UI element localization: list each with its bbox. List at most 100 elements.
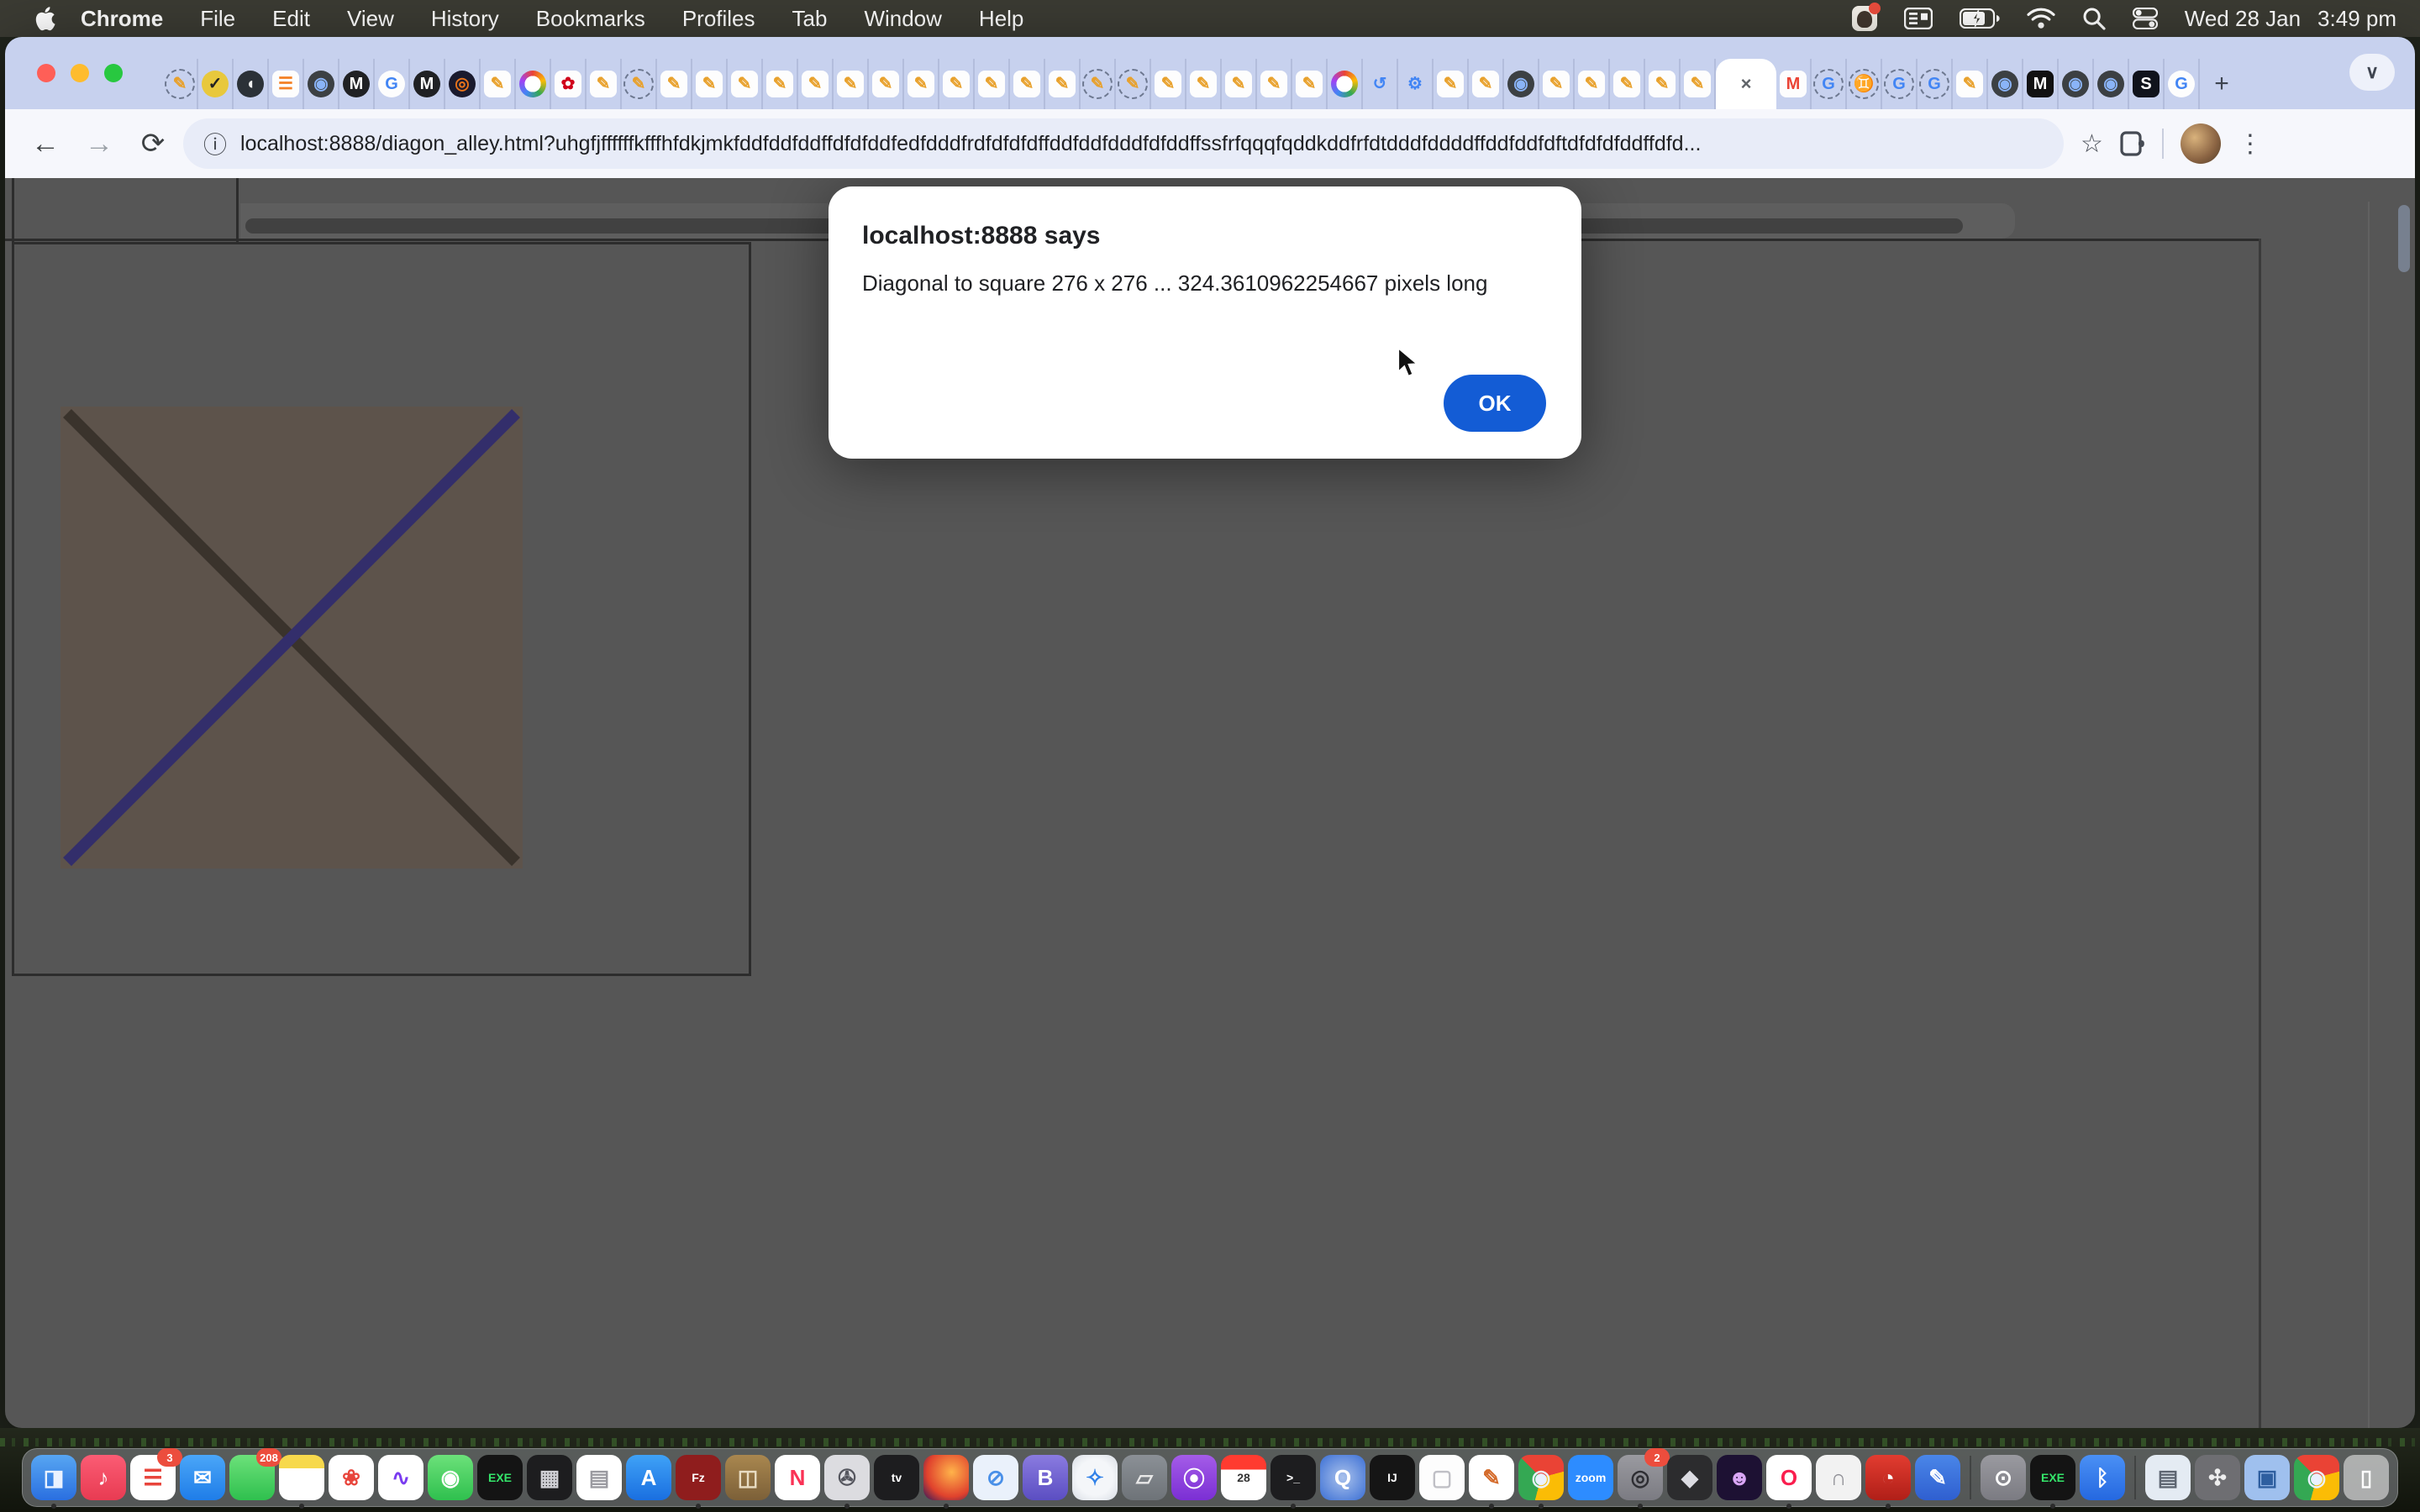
tab-pencil-doc[interactable]: ✎ xyxy=(1151,59,1186,109)
menu-tab[interactable]: Tab xyxy=(774,0,846,37)
menu-view[interactable]: View xyxy=(329,0,413,37)
keyboard-viewer-icon[interactable] xyxy=(1904,5,1933,32)
dock-item-gray-vm[interactable]: ▱ xyxy=(1122,1455,1167,1500)
tab-pencil-doc[interactable]: ✎ xyxy=(728,59,763,109)
dock-item-music[interactable]: ♪ xyxy=(81,1455,126,1500)
close-tab-icon[interactable]: × xyxy=(1741,73,1752,95)
menu-window[interactable]: Window xyxy=(845,0,960,37)
tab-ring-orange[interactable]: ◎ xyxy=(445,59,481,109)
menu-date[interactable]: Wed 28 Jan xyxy=(2185,6,2301,32)
dock-item-zoom[interactable]: zoom xyxy=(1568,1455,1613,1500)
dock-item-white-monster[interactable]: ∩ xyxy=(1816,1455,1861,1500)
dock-item-intellij[interactable]: IJ xyxy=(1370,1455,1415,1500)
dock-item-no-sign[interactable]: ⊘ xyxy=(973,1455,1018,1500)
dock-item-speedtest[interactable]: ◔ xyxy=(1865,1455,1911,1500)
menu-app-name[interactable]: Chrome xyxy=(62,0,182,37)
dock-item-chrome-mini[interactable]: ◉ xyxy=(2294,1455,2339,1500)
dock-item-purple-face[interactable]: ☻ xyxy=(1717,1455,1762,1500)
profile-avatar[interactable] xyxy=(2181,123,2221,164)
dock-item-reminders[interactable]: ☰3 xyxy=(130,1455,176,1500)
tab-medium[interactable]: M xyxy=(2023,59,2059,109)
tab-s-dark[interactable]: S xyxy=(2129,59,2165,109)
search-icon[interactable] xyxy=(2082,5,2106,32)
tab-people[interactable]: ♊ xyxy=(1847,59,1882,109)
dock-item-safari[interactable]: ✧ xyxy=(1072,1455,1118,1500)
dock-item-finder[interactable]: ◨ xyxy=(31,1455,76,1500)
menu-bookmarks[interactable]: Bookmarks xyxy=(518,0,664,37)
tab-pencil-doc[interactable]: ✎ xyxy=(1222,59,1257,109)
tab-pencil-doc[interactable]: ✎ xyxy=(1953,59,1988,109)
tab-spinner[interactable] xyxy=(1328,59,1363,109)
dock-item-quicktime[interactable]: Q xyxy=(1320,1455,1365,1500)
dock-item-messages[interactable]: 208 xyxy=(229,1455,275,1500)
tab-pencil-doc[interactable]: ✎ xyxy=(798,59,834,109)
dock-item-filezilla[interactable]: Fz xyxy=(676,1455,721,1500)
dock-item-moth-mini[interactable]: ✣ xyxy=(2195,1455,2240,1500)
dock-item-blue-doc-mini[interactable]: ▣ xyxy=(2244,1455,2290,1500)
dock-item-bbedit[interactable]: B xyxy=(1023,1455,1068,1500)
tab-gmail[interactable]: M xyxy=(1776,59,1812,109)
tab-pencil-doc[interactable]: ✎ xyxy=(1010,59,1045,109)
menu-time[interactable]: 3:49 pm xyxy=(2317,6,2396,32)
tab-google-g[interactable]: G xyxy=(2165,59,2200,109)
dock-item-calendar[interactable]: 28 xyxy=(1221,1455,1266,1500)
active-tab[interactable]: × xyxy=(1716,59,1776,109)
reload-button[interactable]: ⟳ xyxy=(129,120,176,167)
back-button[interactable]: ← xyxy=(22,120,69,167)
tab-chrome-dark[interactable]: ◉ xyxy=(2094,59,2129,109)
dock-item-exe-terminal[interactable]: EXE xyxy=(477,1455,523,1500)
tab-pencil-doc[interactable]: ✎ xyxy=(1257,59,1292,109)
bookmark-star-icon[interactable]: ☆ xyxy=(2081,129,2103,159)
tab-pencil-doc[interactable]: ✎ xyxy=(587,59,622,109)
tab-pencil-doc[interactable]: ✎ xyxy=(1434,59,1469,109)
tab-pencil-doc[interactable]: ✎ xyxy=(1610,59,1645,109)
dock-item-app-store[interactable]: A xyxy=(626,1455,671,1500)
tab-pencil-circle[interactable]: ✎ xyxy=(163,59,198,109)
menu-history[interactable]: History xyxy=(413,0,518,37)
tab-chrome-dark[interactable]: ◉ xyxy=(1504,59,1539,109)
battery-icon[interactable] xyxy=(1960,5,2000,32)
tab-pencil-doc[interactable]: ✎ xyxy=(692,59,728,109)
dock-item-facetime[interactable]: ◉ xyxy=(428,1455,473,1500)
dock-item-palette[interactable]: ✎ xyxy=(1469,1455,1514,1500)
dock-item-blue-pencil[interactable]: ✎ xyxy=(1915,1455,1960,1500)
tab-pencil-doc[interactable]: ✎ xyxy=(904,59,939,109)
tab-pencil-circle[interactable]: ✎ xyxy=(622,59,657,109)
dock-item-pages-doc[interactable]: ▢ xyxy=(1419,1455,1465,1500)
dock-item-exe-terminal-2[interactable]: EXE xyxy=(2030,1455,2075,1500)
tab-pencil-doc[interactable]: ✎ xyxy=(1292,59,1328,109)
menu-edit[interactable]: Edit xyxy=(254,0,329,37)
menu-file[interactable]: File xyxy=(182,0,254,37)
apple-menu-icon[interactable] xyxy=(34,6,55,31)
dock-item-mail[interactable]: ✉ xyxy=(180,1455,225,1500)
dock-item-notes[interactable] xyxy=(279,1455,324,1500)
dock-item-trash[interactable]: ▯ xyxy=(2344,1455,2389,1500)
tab-gear[interactable]: ⚙ xyxy=(1398,59,1434,109)
control-center-icon[interactable] xyxy=(2133,5,2158,32)
notification-app-icon[interactable] xyxy=(1852,6,1877,31)
tab-chrome-dark[interactable]: ◉ xyxy=(304,59,339,109)
tab-g-ring[interactable]: G xyxy=(1882,59,1918,109)
tab-g-ring[interactable]: G xyxy=(1918,59,1953,109)
tab-google-g[interactable]: G xyxy=(375,59,410,109)
dock-item-bluetooth[interactable]: ᛒ xyxy=(2080,1455,2125,1500)
tab-pencil-doc[interactable]: ✎ xyxy=(975,59,1010,109)
dock-item-chrome[interactable]: ◉ xyxy=(1518,1455,1564,1500)
dock-item-opera[interactable]: O xyxy=(1766,1455,1812,1500)
dock-item-keychain[interactable]: ✇ xyxy=(824,1455,870,1500)
ok-button[interactable]: OK xyxy=(1444,375,1546,432)
close-window-button[interactable] xyxy=(37,64,55,82)
address-bar[interactable]: ⓘ localhost:8888/diagon_alley.html?uhgfj… xyxy=(183,118,2064,169)
dock-item-camera-gray[interactable]: ◎2 xyxy=(1618,1455,1663,1500)
tab-history[interactable]: ↺ xyxy=(1363,59,1398,109)
tab-pencil-doc[interactable]: ✎ xyxy=(1681,59,1716,109)
dock-item-apple-tv[interactable]: tv xyxy=(874,1455,919,1500)
minimize-window-button[interactable] xyxy=(71,64,89,82)
tab-check-circle[interactable]: ✓ xyxy=(198,59,234,109)
tab-pencil-doc[interactable]: ✎ xyxy=(869,59,904,109)
dock-item-textedit[interactable]: ▤ xyxy=(576,1455,622,1500)
tab-pencil-doc[interactable]: ✎ xyxy=(834,59,869,109)
browser-menu-icon[interactable]: ⋮ xyxy=(2238,129,2263,159)
tab-pencil-doc[interactable]: ✎ xyxy=(1645,59,1681,109)
tab-g-ring[interactable]: G xyxy=(1812,59,1847,109)
